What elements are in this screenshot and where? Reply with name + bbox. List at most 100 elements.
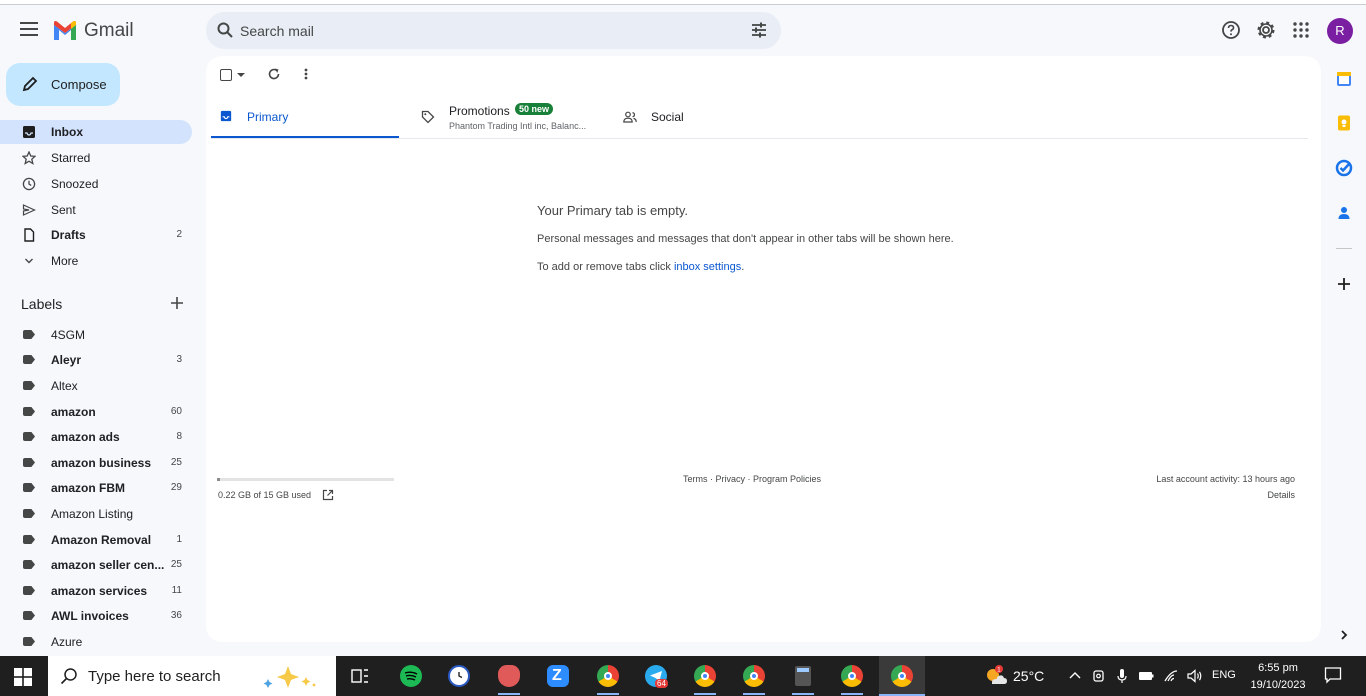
battery-icon[interactable]	[1138, 668, 1154, 684]
clock-date: 19/10/2023	[1250, 679, 1306, 691]
search-input[interactable]	[240, 20, 720, 41]
add-addon-plus-icon[interactable]	[1335, 275, 1353, 293]
nav-item-inbox[interactable]: Inbox	[0, 120, 192, 144]
show-side-panel-chevron-icon[interactable]	[1335, 626, 1353, 644]
empty-state-hint: To add or remove tabs click inbox settin…	[537, 261, 744, 273]
label-item[interactable]: amazon ads 8	[0, 425, 192, 449]
label-item[interactable]: Amazon Removal 1	[0, 528, 192, 552]
tabs-divider	[211, 138, 1308, 139]
apps-grid-icon[interactable]	[1291, 20, 1311, 40]
label-item[interactable]: Altex	[0, 374, 192, 398]
label-item[interactable]: Azure	[0, 630, 192, 654]
activity-details-link[interactable]: Details	[1200, 490, 1295, 500]
label-name: amazon	[51, 405, 96, 419]
chrome-profile-r-icon[interactable]	[879, 656, 925, 696]
inbox-settings-link[interactable]: inbox settings	[674, 261, 741, 273]
input-language-text[interactable]: ENG	[1212, 669, 1236, 681]
chrome-profile-s-icon[interactable]	[837, 661, 867, 695]
select-all-checkbox[interactable]	[220, 69, 232, 81]
chrome-profile-icon[interactable]	[593, 661, 623, 695]
label-tag-icon	[23, 432, 35, 441]
tab-snippet: Phantom Trading Intl inc, Balanc...	[449, 121, 587, 131]
compose-button[interactable]: Compose	[6, 63, 120, 106]
select-caret-icon[interactable]	[237, 72, 245, 78]
tab-promotions[interactable]: Promotions 50 new Phantom Trading Intl i…	[409, 96, 605, 139]
nav-item-drafts[interactable]: Drafts 2	[0, 223, 192, 247]
label-item[interactable]: amazon services 11	[0, 579, 192, 603]
label-name: amazon business	[51, 456, 152, 470]
empty-state-text: Personal messages and messages that don'…	[537, 233, 954, 245]
nav-label: Inbox	[51, 125, 83, 139]
task-view-icon[interactable]	[345, 661, 375, 691]
refresh-icon[interactable]	[267, 67, 281, 81]
weather-icon[interactable]: 1	[984, 664, 1008, 688]
nav-item-more[interactable]: More	[0, 249, 192, 273]
account-avatar[interactable]: R	[1327, 18, 1353, 44]
label-name: amazon services	[51, 584, 148, 598]
calendar-icon[interactable]	[1335, 70, 1353, 88]
privacy-link[interactable]: Privacy	[716, 474, 746, 484]
telegram-icon[interactable]: 64	[641, 661, 671, 691]
keep-icon[interactable]	[1335, 114, 1353, 132]
tab-label: Social	[651, 110, 684, 124]
more-vertical-icon[interactable]	[303, 67, 309, 81]
show-hidden-icons-chevron-icon[interactable]	[1067, 668, 1083, 684]
clock-time: 6:55 pm	[1258, 662, 1298, 674]
mail-list-panel	[206, 56, 1321, 642]
volume-icon[interactable]	[1187, 668, 1203, 684]
zoom-icon[interactable]: Z	[543, 661, 573, 691]
program-policies-link[interactable]: Program Policies	[753, 474, 821, 484]
people-icon	[623, 111, 637, 123]
windows-start-icon[interactable]	[14, 668, 32, 686]
label-name: 4SGM	[51, 328, 86, 342]
clock-app-icon[interactable]	[444, 661, 474, 691]
microphone-icon[interactable]	[1114, 668, 1130, 684]
settings-gear-icon[interactable]	[1256, 20, 1276, 40]
nav-label: More	[51, 254, 79, 268]
contacts-icon[interactable]	[1335, 204, 1353, 222]
help-icon[interactable]	[1221, 20, 1241, 40]
label-item[interactable]: Amazon Listing	[0, 502, 192, 526]
taskbar-search-box[interactable]: Type here to search	[48, 656, 336, 696]
chrome-profile-l-icon[interactable]	[739, 661, 769, 695]
create-label-plus-icon[interactable]	[170, 296, 184, 310]
nav-item-snoozed[interactable]: Snoozed	[0, 172, 192, 196]
send-icon	[22, 204, 36, 216]
nav-item-sent[interactable]: Sent	[0, 198, 192, 222]
label-name: Amazon Listing	[51, 507, 134, 521]
snipping-tool-icon[interactable]	[494, 661, 524, 695]
label-item[interactable]: AWL invoices 36	[0, 604, 192, 628]
label-item[interactable]: amazon business 25	[0, 451, 192, 475]
label-name: Azure	[51, 635, 83, 649]
search-icon[interactable]	[217, 22, 233, 38]
open-in-new-icon[interactable]	[322, 489, 334, 501]
label-item[interactable]: 4SGM	[0, 323, 192, 347]
tab-social[interactable]: Social	[612, 96, 808, 139]
camera-icon[interactable]	[1091, 668, 1107, 684]
label-item[interactable]: amazon seller cen... 25	[0, 553, 192, 577]
label-item[interactable]: amazon 60	[0, 400, 192, 424]
nav-label: Snoozed	[51, 177, 99, 191]
wifi-icon[interactable]	[1163, 668, 1179, 684]
label-count: 36	[170, 610, 182, 621]
nav-item-starred[interactable]: Starred	[0, 146, 192, 170]
main-menu-icon[interactable]	[20, 22, 38, 38]
nav-count: 2	[176, 229, 182, 240]
label-count: 60	[170, 406, 182, 417]
taskbar-clock[interactable]: 6:55 pm 19/10/2023	[1246, 660, 1310, 694]
calculator-icon[interactable]	[788, 661, 818, 695]
chrome-profile-m-icon[interactable]	[690, 661, 720, 695]
notifications-icon[interactable]	[1324, 666, 1342, 684]
label-count: 1	[176, 534, 182, 545]
spotify-icon[interactable]	[396, 661, 426, 691]
tasks-icon[interactable]	[1335, 159, 1353, 177]
label-name: AWL invoices	[51, 609, 129, 623]
terms-link[interactable]: Terms	[683, 474, 708, 484]
label-item[interactable]: amazon FBM 29	[0, 476, 192, 500]
search-bar[interactable]	[206, 12, 781, 49]
tab-primary[interactable]: Primary	[211, 96, 399, 139]
label-tag-icon	[23, 355, 35, 364]
tag-icon	[421, 110, 435, 124]
search-options-icon[interactable]	[751, 22, 767, 38]
label-item[interactable]: Aleyr 3	[0, 348, 192, 372]
